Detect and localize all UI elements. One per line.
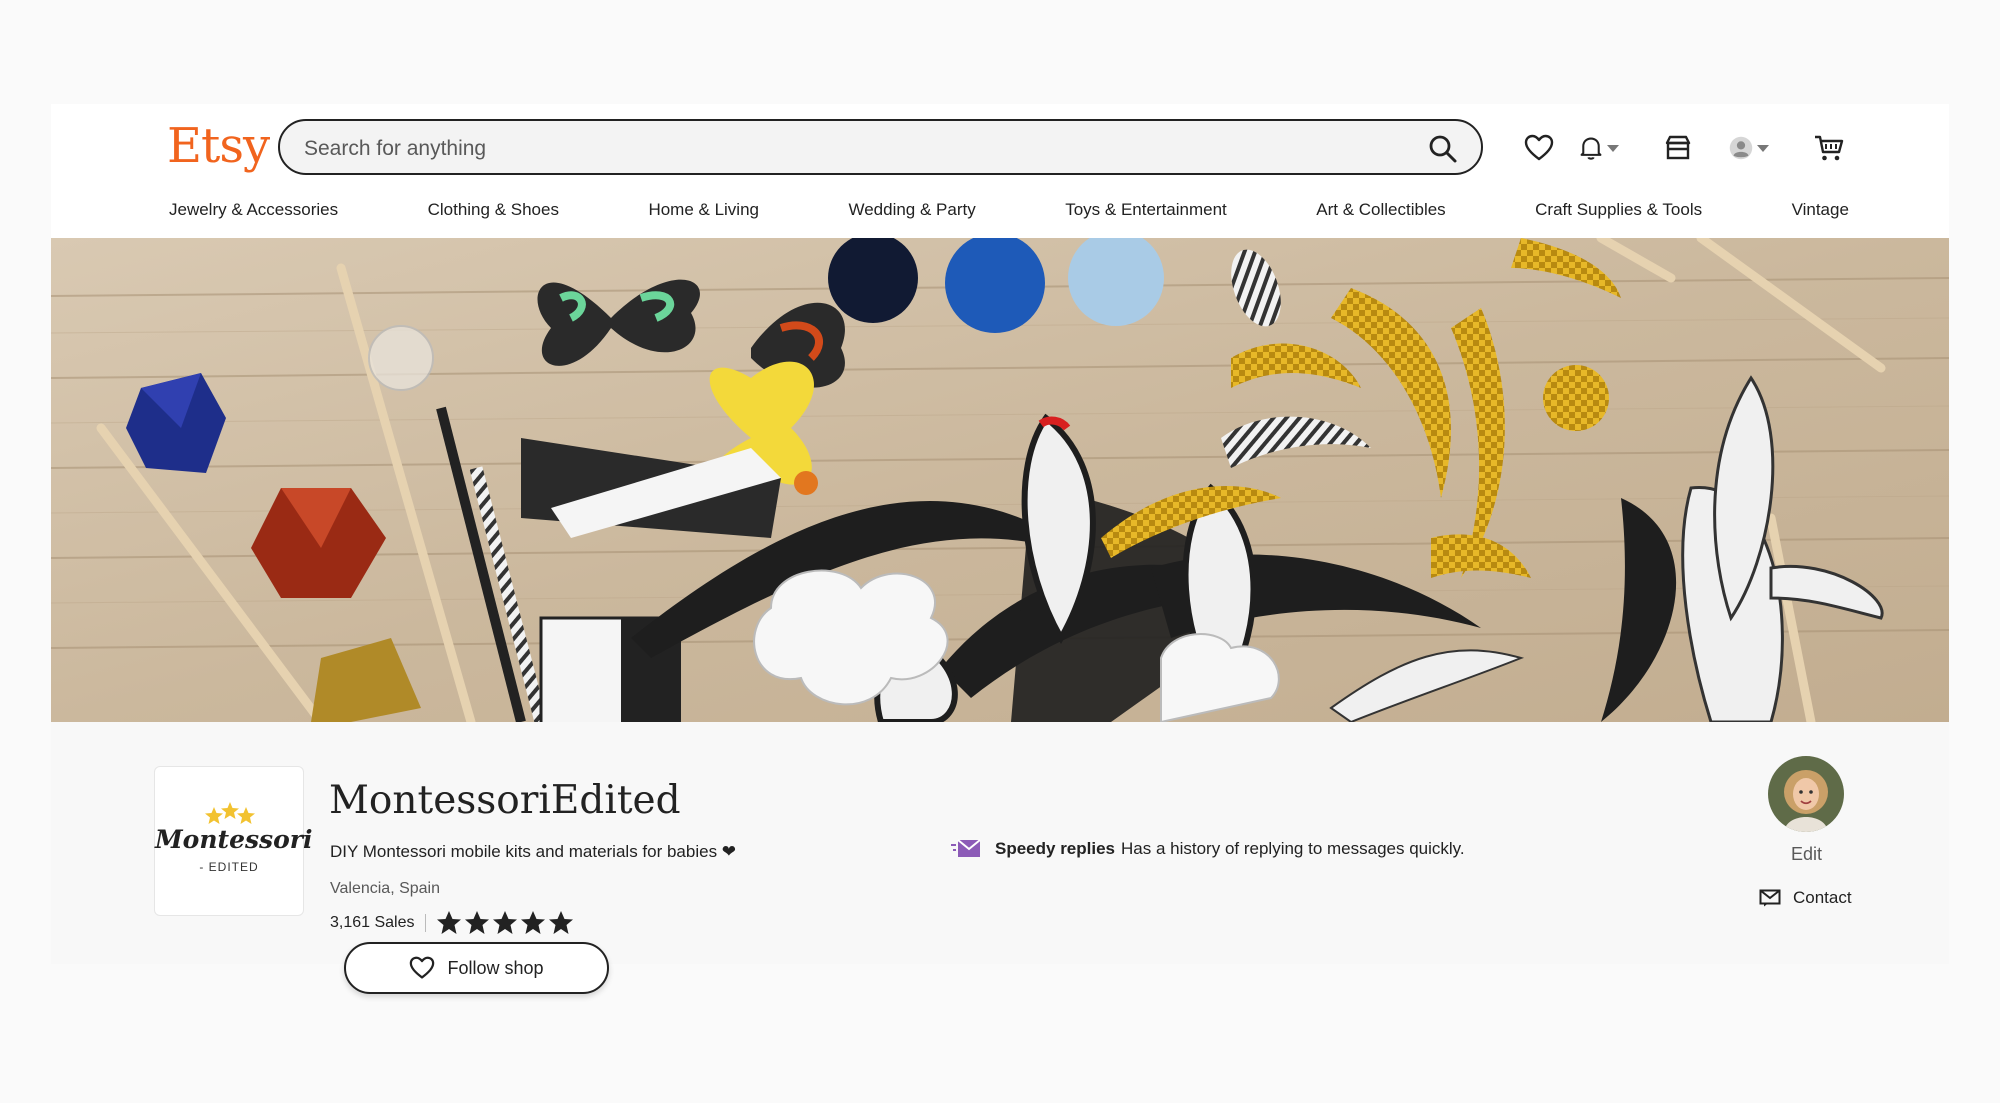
shop-sales-rating: 3,161 Sales [330, 910, 574, 935]
chevron-down-icon [1607, 144, 1619, 152]
shop-owner-avatar[interactable] [1768, 756, 1844, 832]
nav-jewelry-accessories[interactable]: Jewelry & Accessories [169, 200, 338, 228]
account-avatar-icon[interactable] [1729, 128, 1769, 168]
contact-button[interactable]: Contact [1759, 888, 1852, 908]
contact-label: Contact [1793, 888, 1852, 907]
shop-manager-icon[interactable] [1663, 128, 1703, 168]
star-rating[interactable] [436, 910, 574, 935]
category-nav: Jewelry & Accessories Clothing & Shoes H… [169, 200, 1849, 228]
search-bar [278, 119, 1483, 175]
shop-location: Valencia, Spain [330, 880, 440, 897]
search-icon[interactable] [1427, 133, 1459, 165]
shop-logo[interactable]: Montessori - EDITED [154, 766, 313, 916]
shop-banner-image [51, 238, 1949, 722]
nav-toys-entertainment[interactable]: Toys & Entertainment [1065, 200, 1227, 228]
speedy-replies-title: Speedy replies [995, 839, 1116, 858]
header: Etsy Jewelry & Accessories Clothing & Sh… [51, 104, 1949, 238]
message-icon [1759, 889, 1781, 907]
search-input[interactable] [302, 131, 1386, 167]
shop-logo-subtitle: - EDITED [199, 860, 259, 874]
etsy-logo[interactable]: Etsy [167, 118, 270, 174]
nav-home-living[interactable]: Home & Living [648, 200, 759, 228]
speedy-replies-text: Has a history of replying to messages qu… [1121, 839, 1465, 858]
follow-shop-label: Follow shop [447, 957, 544, 978]
star-icon [464, 911, 489, 934]
follow-shop-button[interactable]: Follow shop [344, 942, 609, 994]
nav-clothing-shoes[interactable]: Clothing & Shoes [428, 200, 559, 228]
chevron-down-icon [1757, 144, 1769, 152]
shop-logo-title: Montessori [155, 825, 313, 854]
bell-icon[interactable] [1579, 128, 1619, 168]
shop-info-section: Montessori - EDITED MontessoriEdited DIY… [51, 722, 1949, 994]
nav-vintage[interactable]: Vintage [1792, 200, 1849, 228]
nav-art-collectibles[interactable]: Art & Collectibles [1316, 200, 1445, 228]
envelope-fast-icon [951, 839, 981, 857]
speedy-replies-badge: Speedy replies Has a history of replying… [951, 838, 1465, 860]
cart-icon[interactable] [1813, 128, 1853, 168]
heart-icon [410, 956, 435, 979]
shop-tagline: DIY Montessori mobile kits and materials… [330, 842, 737, 861]
sales-count: 3,161 Sales [330, 913, 415, 931]
nav-wedding-party[interactable]: Wedding & Party [848, 200, 975, 228]
star-icon [520, 911, 545, 934]
page-frame: Etsy Jewelry & Accessories Clothing & Sh… [51, 104, 1949, 994]
shop-name: MontessoriEdited [329, 778, 681, 823]
star-icon [436, 911, 461, 934]
edit-link[interactable]: Edit [1791, 844, 1822, 865]
star-icon [548, 911, 573, 934]
divider [424, 913, 426, 932]
nav-craft-supplies-tools[interactable]: Craft Supplies & Tools [1535, 200, 1702, 228]
heart-icon[interactable] [1524, 128, 1564, 168]
star-icon [492, 911, 517, 934]
